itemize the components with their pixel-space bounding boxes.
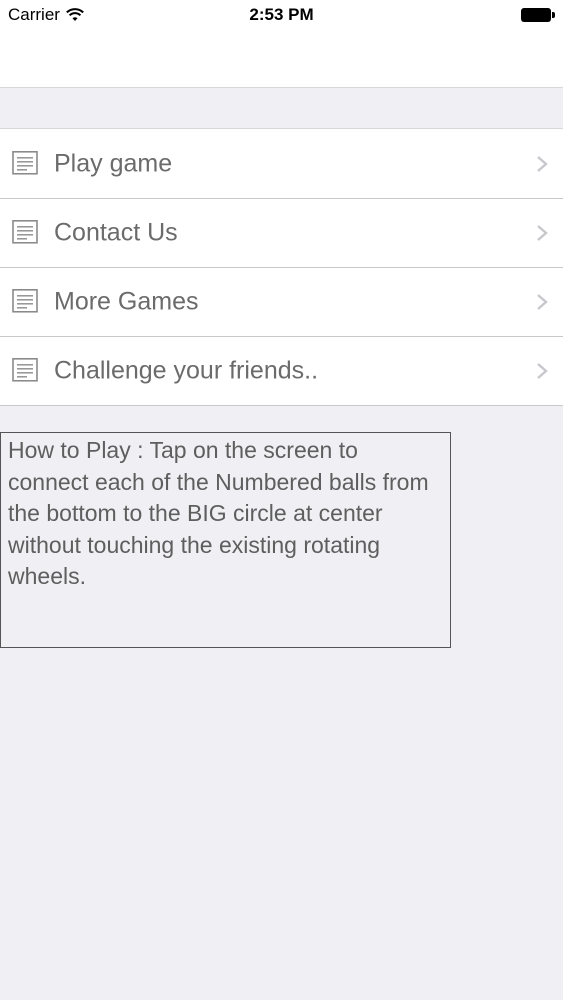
menu-item-label: More Games <box>54 287 199 316</box>
chevron-right-icon <box>537 294 548 310</box>
menu-item-label: Play game <box>54 149 173 177</box>
menu-item-label: Contact Us <box>54 218 178 247</box>
chevron-right-icon <box>537 363 548 379</box>
menu-list: Play game Contact Us More Games Challeng… <box>0 128 563 406</box>
how-to-play-text: How to Play : Tap on the screen to conne… <box>0 432 451 648</box>
battery-icon <box>521 8 555 22</box>
app-screen: Carrier 2:53 PM Play game Contact Us Mor… <box>0 0 563 1000</box>
menu-item-more-games[interactable]: More Games <box>0 267 563 336</box>
menu-item-challenge-friends[interactable]: Challenge your friends.. <box>0 336 563 405</box>
chevron-right-icon <box>537 225 548 241</box>
document-icon <box>12 357 38 382</box>
menu-item-play-game[interactable]: Play game <box>0 129 563 198</box>
document-icon <box>12 288 38 313</box>
status-time: 2:53 PM <box>249 5 314 24</box>
document-icon <box>12 150 38 175</box>
menu-item-label: Challenge your friends.. <box>54 356 319 385</box>
document-icon <box>12 220 38 244</box>
menu-item-contact-us[interactable]: Contact Us <box>0 198 563 267</box>
top-bar: Carrier 2:53 PM <box>0 0 563 88</box>
chevron-right-icon <box>537 155 548 172</box>
